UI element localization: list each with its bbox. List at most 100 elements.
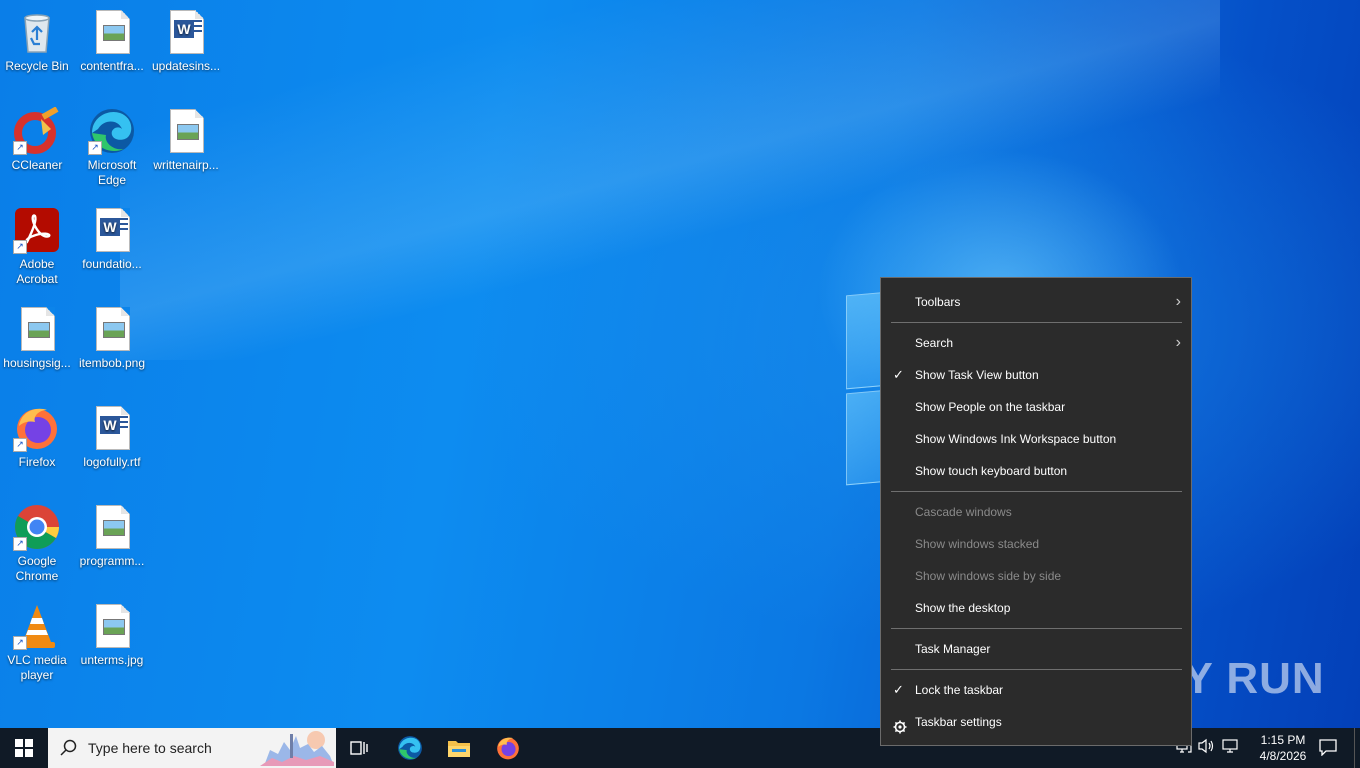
start-button[interactable]	[0, 728, 48, 768]
ccleaner-icon: ↗	[13, 106, 61, 155]
shortcut-arrow-icon: ↗	[88, 141, 102, 155]
image-file-icon	[88, 602, 136, 650]
menu-item-cascade-windows: Cascade windows	[881, 497, 1191, 527]
menu-item-show-ink-workspace[interactable]: Show Windows Ink Workspace button	[881, 424, 1191, 454]
image-file-icon	[162, 107, 210, 155]
shortcut-arrow-icon: ↗	[13, 141, 27, 155]
icon-label: Recycle Bin	[5, 59, 69, 73]
checkmark-icon: ✓	[893, 367, 904, 382]
desktop-icon-vlc[interactable]: ↗ VLC media player	[1, 596, 73, 683]
clock-time: 1:15 PM	[1260, 733, 1306, 747]
clock-date: 4/8/2026	[1259, 749, 1307, 763]
menu-item-label: Show touch keyboard button	[915, 464, 1068, 478]
desktop-icon-itembob[interactable]: itembob.png	[76, 299, 148, 371]
shortcut-arrow-icon: ↗	[13, 240, 27, 254]
menu-item-label: Show People on the taskbar	[915, 400, 1066, 414]
chevron-right-icon: ›	[1175, 293, 1181, 310]
menu-item-label: Taskbar settings	[915, 715, 1002, 729]
task-view-icon	[350, 741, 368, 755]
menu-item-label: Toolbars	[915, 295, 961, 309]
menu-item-show-touch-keyboard[interactable]: Show touch keyboard button	[881, 456, 1191, 486]
menu-item-show-side-by-side: Show windows side by side	[881, 561, 1191, 591]
taskbar-edge[interactable]	[386, 728, 434, 768]
shortcut-arrow-icon: ↗	[13, 537, 27, 551]
desktop-icon-foundatio[interactable]: W foundatio...	[76, 200, 148, 272]
menu-item-taskbar-settings[interactable]: Taskbar settings	[881, 707, 1191, 737]
menu-item-label: Show Windows Ink Workspace button	[915, 432, 1117, 446]
show-desktop-strip[interactable]	[1354, 728, 1360, 768]
shortcut-arrow-icon: ↗	[13, 438, 27, 452]
icon-label: unterms.jpg	[80, 653, 144, 667]
menu-item-show-desktop[interactable]: Show the desktop	[881, 593, 1191, 623]
edge-icon	[398, 736, 422, 760]
icon-label: Firefox	[18, 455, 56, 469]
image-file-icon	[88, 503, 136, 551]
chevron-right-icon: ›	[1175, 334, 1181, 351]
search-highlight-illustration	[260, 730, 334, 766]
desktop-icon-unterms[interactable]: unterms.jpg	[76, 596, 148, 668]
icon-label: VLC media player	[7, 653, 67, 682]
desktop-icon-updatesins[interactable]: W updatesins...	[150, 2, 222, 74]
search-icon	[60, 739, 77, 756]
desktop-icon-google-chrome[interactable]: ↗ Google Chrome	[1, 497, 73, 584]
menu-item-label: Task Manager	[915, 642, 991, 656]
icon-label: programm...	[79, 554, 145, 568]
menu-item-show-people[interactable]: Show People on the taskbar	[881, 392, 1191, 422]
icon-label: logofully.rtf	[83, 455, 141, 469]
desktop-icon-adobe-acrobat[interactable]: ↗ Adobe Acrobat	[1, 200, 73, 287]
desktop-icon-programm[interactable]: programm...	[76, 497, 148, 569]
adobe-acrobat-icon: ↗	[13, 206, 61, 254]
image-file-icon	[88, 305, 136, 353]
icon-label: foundatio...	[82, 257, 142, 271]
menu-item-show-windows-stacked: Show windows stacked	[881, 529, 1191, 559]
menu-item-label: Show windows stacked	[915, 537, 1040, 551]
word-document-icon: W	[88, 206, 136, 254]
menu-item-task-manager[interactable]: Task Manager	[881, 634, 1191, 664]
task-view-button[interactable]	[336, 728, 384, 768]
menu-item-label: Search	[915, 336, 954, 350]
desktop-icon-recycle-bin[interactable]: Recycle Bin	[1, 2, 73, 74]
word-document-icon: W	[88, 404, 136, 452]
icon-label: housingsig...	[3, 356, 71, 370]
taskbar-file-explorer[interactable]	[435, 728, 483, 768]
icon-label: Adobe Acrobat	[16, 257, 58, 286]
shortcut-arrow-icon: ↗	[13, 636, 27, 650]
desktop-icon-firefox[interactable]: ↗ Firefox	[1, 398, 73, 470]
display-icon[interactable]	[1222, 738, 1240, 757]
file-explorer-icon	[448, 741, 470, 757]
vlc-cone-icon: ↗	[13, 602, 61, 650]
image-file-icon	[88, 8, 136, 56]
menu-item-search[interactable]: Search ›	[881, 328, 1191, 358]
clock[interactable]: 1:15 PM 4/8/2026	[1248, 732, 1318, 764]
desktop-icon-writtenairp[interactable]: writtenairp...	[150, 101, 222, 173]
menu-separator	[891, 628, 1182, 629]
taskbar-search-box[interactable]: Type here to search	[48, 728, 336, 768]
volume-icon[interactable]	[1198, 738, 1216, 757]
icon-label: itembob.png	[78, 356, 146, 370]
desktop-icon-contentfra[interactable]: contentfra...	[76, 2, 148, 74]
menu-item-show-task-view-button[interactable]: ✓ Show Task View button	[881, 360, 1191, 390]
menu-separator	[891, 491, 1182, 492]
icon-label: CCleaner	[11, 158, 63, 172]
chrome-icon: ↗	[13, 503, 61, 551]
menu-item-label: Lock the taskbar	[915, 683, 1004, 697]
menu-item-toolbars[interactable]: Toolbars ›	[881, 287, 1191, 317]
menu-item-label: Cascade windows	[915, 505, 1012, 519]
menu-item-lock-taskbar[interactable]: ✓ Lock the taskbar	[881, 675, 1191, 705]
desktop-icon-housingsig[interactable]: housingsig...	[1, 299, 73, 371]
recycle-bin-icon	[13, 8, 61, 56]
desktop-icon-microsoft-edge[interactable]: ↗ Microsoft Edge	[76, 101, 148, 188]
windows-logo-icon	[15, 739, 33, 757]
firefox-icon: ↗	[13, 404, 61, 452]
icon-label: contentfra...	[80, 59, 144, 73]
desktop-icon-logofully[interactable]: W logofully.rtf	[76, 398, 148, 470]
image-file-icon	[13, 305, 61, 353]
firefox-icon	[497, 737, 519, 760]
desktop-icon-ccleaner[interactable]: ↗ CCleaner	[1, 101, 73, 173]
search-placeholder: Type here to search	[88, 740, 212, 756]
icon-label: Microsoft Edge	[87, 158, 137, 187]
edge-icon: ↗	[88, 107, 136, 155]
menu-item-label: Show Task View button	[915, 368, 1039, 382]
taskbar-firefox[interactable]	[484, 728, 532, 768]
notification-icon[interactable]	[1318, 738, 1338, 759]
